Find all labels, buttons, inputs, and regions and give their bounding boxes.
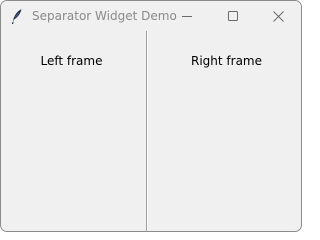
maximize-button[interactable] [210,1,256,31]
minimize-icon [182,16,192,17]
close-icon [272,10,284,22]
right-frame-label: Right frame [191,54,262,68]
maximize-icon [228,11,238,21]
window-content: Left frame Right frame [1,31,301,231]
minimize-button[interactable] [164,1,210,31]
right-frame: Right frame [148,31,301,231]
app-window: Separator Widget Demo Left frame Right f… [0,0,302,232]
left-frame: Left frame [1,31,146,231]
left-frame-label: Left frame [40,54,103,68]
window-title: Separator Widget Demo [32,9,177,23]
title-bar[interactable]: Separator Widget Demo [1,1,301,31]
close-button[interactable] [255,1,301,31]
feather-icon[interactable] [10,8,24,25]
